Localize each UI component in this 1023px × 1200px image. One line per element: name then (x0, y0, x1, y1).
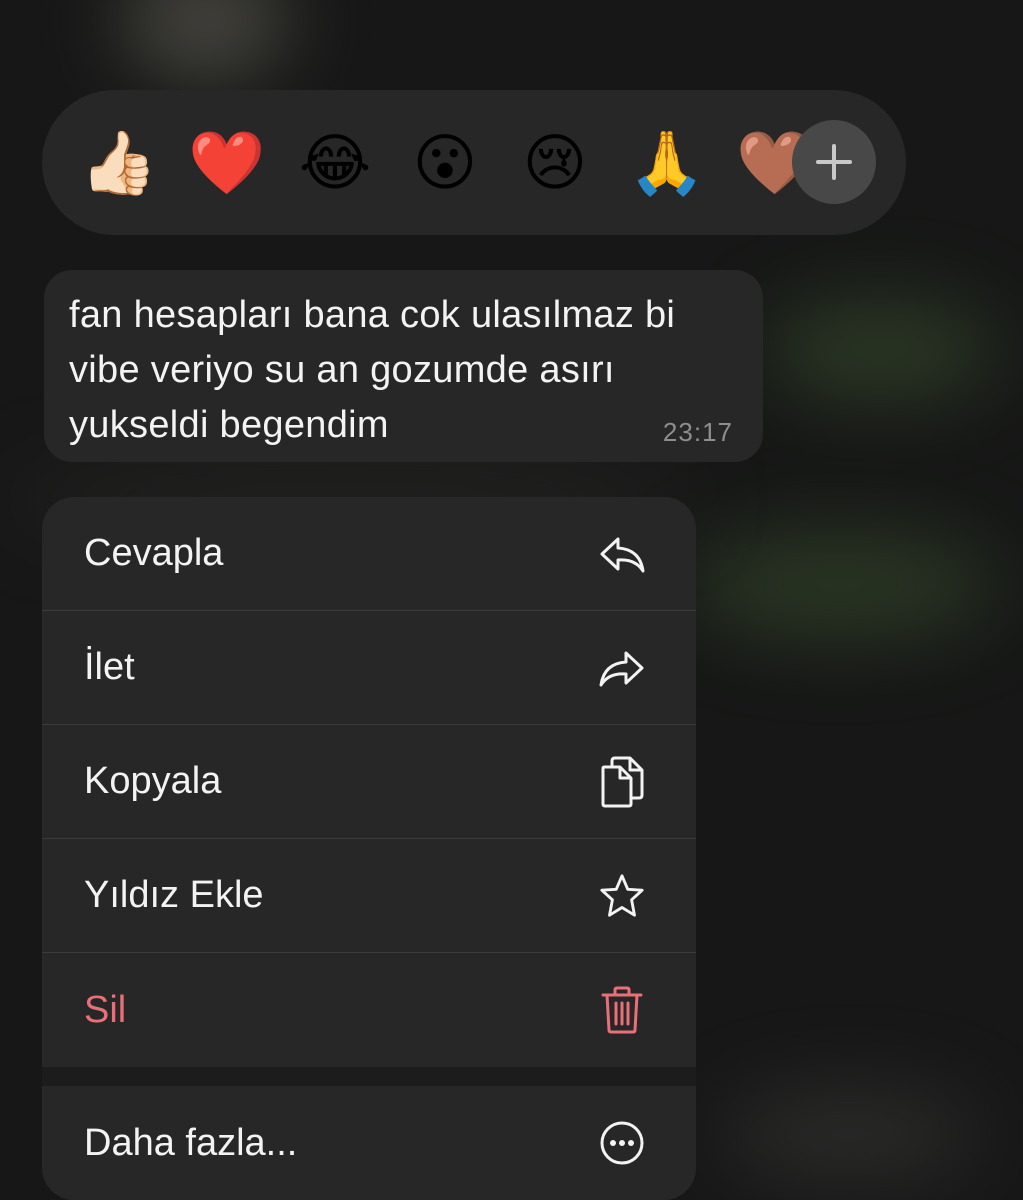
menu-item-delete[interactable]: Sil (42, 953, 696, 1067)
reply-icon (598, 530, 646, 578)
message-text: fan hesapları bana cok ulasılmaz bi vibe… (69, 294, 676, 446)
laughing-reaction[interactable]: 😂 (298, 126, 372, 200)
background-blur (760, 300, 1000, 400)
thumbs-up-reaction[interactable]: 👍🏻 (80, 126, 157, 200)
forward-icon (598, 644, 646, 692)
background-blur (720, 1090, 980, 1180)
menu-item-label: Sil (84, 988, 127, 1031)
menu-item-label: İlet (84, 646, 135, 688)
menu-item-label: Yıldız Ekle (84, 874, 264, 916)
more-icon (598, 1119, 646, 1167)
surprised-reaction[interactable]: 😮 (408, 126, 482, 200)
menu-item-reply[interactable]: Cevapla (42, 497, 696, 611)
background-blur (120, 0, 290, 80)
menu-item-copy[interactable]: Kopyala (42, 725, 696, 839)
copy-icon (598, 756, 646, 807)
star-icon (598, 872, 646, 920)
background-blur (680, 530, 1000, 640)
crying-reaction[interactable]: 😢 (518, 126, 592, 200)
menu-item-star[interactable]: Yıldız Ekle (42, 839, 696, 953)
menu-item-more[interactable]: Daha fazla... (42, 1086, 696, 1200)
trash-icon (598, 986, 646, 1034)
pray-reaction[interactable]: 🙏 (628, 126, 705, 200)
heart-reaction[interactable]: ❤️ (188, 126, 265, 200)
menu-item-label: Cevapla (84, 532, 224, 574)
reaction-bar: 👍🏻 ❤️ 😂 😮 😢 🙏 🤎 (42, 90, 906, 235)
message-timestamp: 23:17 (662, 417, 733, 447)
context-menu: Cevapla İlet Kopyala Yıldız Ekle Sil (42, 497, 696, 1067)
menu-item-label: Kopyala (84, 760, 222, 802)
message-bubble[interactable]: fan hesapları bana cok ulasılmaz bi vibe… (44, 270, 763, 462)
menu-separator (42, 1067, 696, 1086)
menu-item-forward[interactable]: İlet (42, 611, 696, 725)
more-reactions-button[interactable] (792, 120, 876, 204)
plus-icon (816, 144, 852, 180)
menu-item-label: Daha fazla... (84, 1121, 298, 1164)
